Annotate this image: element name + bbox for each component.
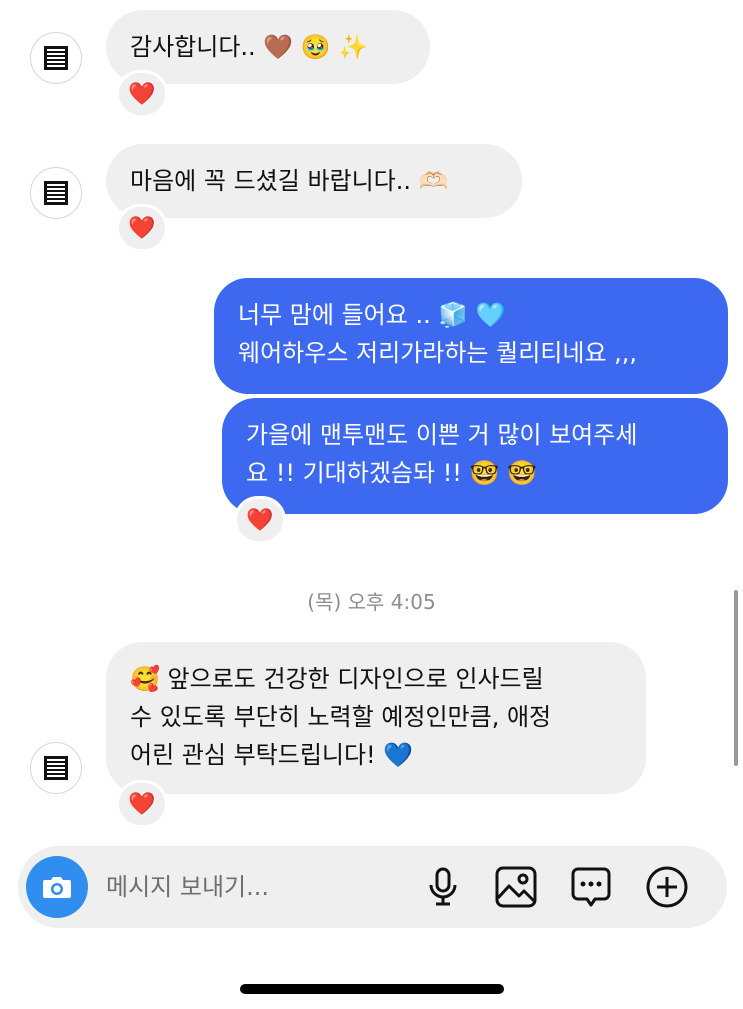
brown-heart-emoji: 🤎: [263, 33, 294, 61]
heart-icon: ❤️: [246, 507, 274, 533]
sender-avatar[interactable]: [30, 32, 82, 84]
message-text: 가을에 맨투맨도 이쁜 거 많이 보여주세: [246, 421, 638, 449]
camera-button[interactable]: [26, 856, 88, 918]
timestamp-divider: (목) 오후 4:05: [307, 590, 436, 614]
brand-logo-icon: [44, 181, 68, 205]
message-bubble-incoming[interactable]: 마음에 꼭 드셨길 바랍니다.. 🫶🏻: [106, 144, 522, 218]
ice-cube-emoji: 🧊: [438, 301, 469, 329]
message-text: 감사합니다..: [130, 33, 256, 61]
add-button[interactable]: [645, 865, 689, 909]
sticker-button[interactable]: [569, 865, 613, 909]
message-bubble-outgoing[interactable]: 너무 맘에 들어요 .. 🧊 🩵 웨어하우스 저리가라하는 퀄리티네요 ,,,: [214, 278, 728, 394]
microphone-icon: [429, 867, 457, 906]
nerd-face-emoji: 🤓: [469, 459, 500, 487]
reaction-heart[interactable]: ❤️: [116, 70, 168, 118]
message-bubble-outgoing[interactable]: 가을에 맨투맨도 이쁜 거 많이 보여주세 요 !! 기대하겠슴돠 !! 🤓 🤓: [222, 398, 728, 514]
message-text: 마음에 꼭 드셨길 바랍니다..: [130, 167, 412, 195]
pleading-face-emoji: 🥹: [300, 33, 331, 61]
gallery-button[interactable]: [494, 865, 538, 909]
heart-icon: ❤️: [128, 791, 156, 817]
light-blue-heart-emoji: 🩵: [475, 301, 506, 329]
brand-logo-icon: [44, 46, 68, 70]
camera-icon: [43, 877, 71, 898]
reaction-heart[interactable]: ❤️: [116, 780, 168, 828]
chat-bubble-icon: [571, 867, 611, 907]
message-text: 앞으로도 건강한 디자인으로 인사드릴: [167, 665, 544, 693]
message-bubble-incoming[interactable]: 🥰 앞으로도 건강한 디자인으로 인사드릴 수 있도록 부단히 노력할 예정인만…: [106, 642, 646, 794]
reaction-heart[interactable]: ❤️: [234, 496, 286, 544]
scrollbar[interactable]: [734, 590, 738, 766]
sparkles-emoji: ✨: [338, 33, 369, 61]
message-composer: [18, 846, 727, 928]
home-indicator[interactable]: [240, 984, 504, 994]
reaction-heart[interactable]: ❤️: [116, 204, 168, 252]
plus-circle-icon: [646, 866, 688, 908]
smiling-face-hearts-emoji: 🥰: [130, 665, 160, 693]
message-text: 어린 관심 부탁드립니다!: [130, 741, 376, 769]
message-text: 수 있도록 부단히 노력할 예정인만큼, 애정: [130, 703, 552, 731]
sender-avatar[interactable]: [30, 167, 82, 219]
message-text: 웨어하우스 저리가라하는 퀄리티네요 ,,,: [238, 339, 638, 367]
blue-heart-emoji: 💙: [383, 741, 414, 769]
message-text: 너무 맘에 들어요 ..: [238, 301, 431, 329]
message-text: 요 !! 기대하겠슴돠 !!: [246, 459, 462, 487]
heart-icon: ❤️: [128, 215, 156, 241]
microphone-button[interactable]: [421, 865, 465, 909]
message-input[interactable]: [106, 868, 406, 906]
heart-icon: ❤️: [128, 81, 156, 107]
brand-logo-icon: [44, 756, 68, 780]
heart-hands-emoji: 🫶🏻: [418, 167, 449, 195]
gallery-icon: [495, 866, 537, 908]
sender-avatar[interactable]: [30, 742, 82, 794]
nerd-face-emoji: 🤓: [507, 459, 537, 487]
